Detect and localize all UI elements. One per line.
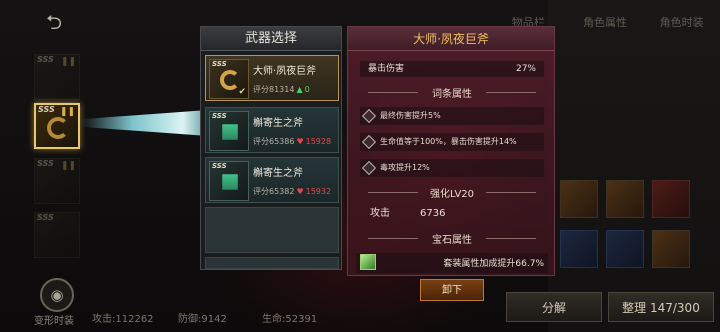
attack-value: 6736	[420, 208, 446, 219]
inventory-slot[interactable]	[606, 230, 644, 268]
inventory-slot[interactable]	[652, 230, 690, 268]
eye-icon[interactable]: ◉	[40, 278, 74, 312]
weapon-item[interactable]: SSS 槲寄生之斧 评分65382 ♥ 15932	[205, 157, 339, 203]
weapon-detail-title: 大师·夙夜巨斧	[348, 27, 554, 51]
outfit-toggle-label: 变形时装	[34, 316, 74, 327]
weapon-select-panel: 武器选择 SSS ✔ 大师·夙夜巨斧 评分81314 ▲ 0 SSS 槲寄生之斧 评…	[200, 26, 342, 270]
unequip-button[interactable]: 卸下	[420, 279, 484, 301]
rank-badge: SSS	[37, 55, 54, 64]
gem-text: 套装属性加成提升66.7%	[443, 259, 544, 269]
inventory-slot[interactable]	[652, 180, 690, 218]
axe-weapon-icon	[220, 70, 240, 90]
score-delta: 0	[304, 85, 310, 94]
lock-icon: ❚❚	[59, 107, 75, 117]
weapon-thumbnail: SSS	[209, 111, 249, 151]
weapon-item-selected[interactable]: SSS ✔ 大师·夙夜巨斧 评分81314 ▲ 0	[205, 55, 339, 101]
equip-slot[interactable]: SSS ❚❚	[34, 158, 80, 204]
inventory-background	[548, 0, 720, 332]
rank-badge: SSS	[212, 162, 227, 170]
weapon-select-title: 武器选择	[201, 27, 341, 51]
gem-row: 套装属性加成提升66.7%	[356, 253, 548, 273]
affix-diamond-icon	[361, 108, 377, 124]
lock-icon: ❚❚	[60, 161, 76, 171]
weapon-item[interactable]: SSS 槲寄生之斧 评分65386 ♥ 15928	[205, 107, 339, 153]
weapon-score: 评分65386 ♥ 15928	[253, 137, 332, 146]
gem-icon	[360, 254, 376, 270]
heart-icon: ♥	[296, 187, 304, 196]
inventory-slot[interactable]	[560, 180, 598, 218]
axe-weapon-icon	[47, 117, 69, 139]
equip-slot[interactable]: SSS	[34, 212, 80, 258]
stat-defense: 防御:9142	[178, 314, 227, 325]
back-arrow-icon[interactable]: ⮌	[40, 8, 68, 36]
score-up-icon: ▲	[296, 85, 303, 94]
arrange-button[interactable]: 整理 147/300	[608, 292, 714, 322]
score-delta: 15928	[305, 137, 332, 146]
rank-badge: SSS	[38, 105, 55, 114]
rank-badge: SSS	[212, 112, 227, 120]
weapon-score: 评分65382 ♥ 15932	[253, 187, 332, 196]
crit-damage-row: 暴击伤害 27%	[360, 61, 544, 77]
crit-value: 27%	[515, 64, 536, 74]
rank-badge: SSS	[37, 159, 54, 168]
lock-icon: ❚❚	[60, 57, 76, 67]
empty-weapon-slot	[205, 257, 339, 269]
affix-row: 生命值等于100%，暴击伤害提升14%	[360, 133, 544, 151]
tab-character-attributes[interactable]: 角色属性	[567, 12, 644, 34]
checkmark-icon: ✔	[238, 87, 246, 97]
affix-diamond-icon	[361, 160, 377, 176]
affix-row: 毒攻提升12%	[360, 159, 544, 177]
affix-diamond-icon	[361, 134, 377, 150]
weapon-name: 槲寄生之斧	[253, 168, 303, 179]
tab-character-outfit[interactable]: 角色时装	[643, 12, 720, 34]
axe-weapon-icon	[214, 166, 245, 197]
equip-slot-weapon-selected[interactable]: SSS ❚❚	[34, 103, 80, 149]
gem-header: 宝石属性	[348, 231, 556, 246]
attack-label: 攻击	[370, 208, 390, 219]
weapon-detail-panel: 大师·夙夜巨斧 暴击伤害 27% 词条属性 最终伤害提升5% 生命值等于100%…	[347, 26, 555, 276]
inventory-slot[interactable]	[560, 230, 598, 268]
decompose-button[interactable]: 分解	[506, 292, 602, 322]
weapon-score: 评分81314 ▲ 0	[253, 85, 310, 94]
rank-badge: SSS	[212, 60, 227, 68]
crit-label: 暴击伤害	[368, 64, 405, 74]
weapon-thumbnail: SSS ✔	[209, 59, 249, 99]
stat-attack: 攻击:112262	[92, 314, 154, 325]
affix-row: 最终伤害提升5%	[360, 107, 544, 125]
inventory-slot[interactable]	[606, 180, 644, 218]
enhance-header: 强化LV20	[348, 185, 556, 200]
equip-slot[interactable]: SSS ❚❚	[34, 54, 80, 100]
weapon-thumbnail: SSS	[209, 161, 249, 201]
rank-badge: SSS	[37, 213, 54, 222]
weapon-name: 大师·夙夜巨斧	[253, 66, 317, 77]
empty-weapon-slot	[205, 207, 339, 253]
heart-icon: ♥	[296, 137, 304, 146]
weapon-name: 槲寄生之斧	[253, 118, 303, 129]
affix-header: 词条属性	[348, 85, 556, 100]
score-delta: 15932	[305, 187, 332, 196]
stat-hp: 生命:52391	[262, 314, 318, 325]
axe-weapon-icon	[214, 116, 245, 147]
attack-row: 攻击 6736	[360, 206, 544, 222]
